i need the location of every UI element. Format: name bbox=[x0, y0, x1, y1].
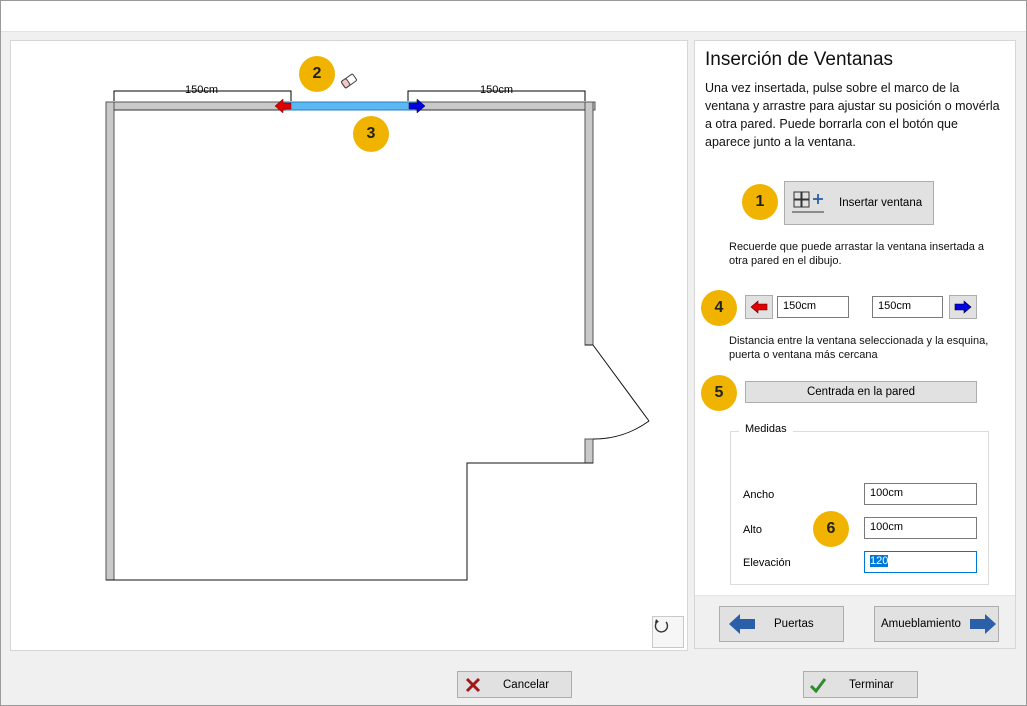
arrow-left-icon[interactable] bbox=[274, 98, 292, 114]
distance-note: Distancia entre la ventana seleccionada … bbox=[729, 335, 989, 361]
floor-plan-drawing bbox=[105, 73, 650, 581]
floor-plan-canvas[interactable]: 150cm 150cm 2 3 bbox=[10, 40, 688, 651]
step-badge-5: 5 bbox=[701, 375, 737, 411]
door-swing[interactable] bbox=[585, 344, 650, 440]
wall-left[interactable] bbox=[105, 101, 115, 581]
arrow-right-icon bbox=[954, 300, 972, 314]
check-icon bbox=[809, 677, 827, 693]
step-badge-3: 3 bbox=[353, 116, 389, 152]
wall-top-right[interactable] bbox=[414, 101, 596, 111]
step-badge-4: 4 bbox=[701, 290, 737, 326]
step-badge-6: 6 bbox=[813, 511, 849, 547]
cancel-button[interactable]: Cancelar bbox=[457, 671, 572, 698]
left-distance-field[interactable]: 150cm bbox=[777, 296, 849, 318]
prev-doors-button[interactable]: Puertas bbox=[719, 606, 844, 642]
arrow-back-icon bbox=[729, 614, 755, 634]
wall-top-left[interactable] bbox=[105, 101, 287, 111]
move-right-button[interactable] bbox=[949, 295, 977, 319]
window-add-icon bbox=[792, 191, 824, 213]
move-left-button[interactable] bbox=[745, 295, 773, 319]
finish-label: Terminar bbox=[849, 678, 894, 691]
dimension-right-label: 150cm bbox=[480, 84, 514, 96]
panel-title: Inserción de Ventanas bbox=[705, 49, 894, 70]
next-furniture-button[interactable]: Amueblamiento bbox=[874, 606, 999, 642]
arrow-right-icon[interactable] bbox=[408, 98, 426, 114]
height-field[interactable]: 100cm bbox=[864, 517, 977, 539]
wall-right-upper[interactable] bbox=[584, 101, 594, 346]
width-field[interactable]: 100cm bbox=[864, 483, 977, 505]
drag-note: Recuerde que puede arrastar la ventana i… bbox=[729, 241, 985, 267]
elevation-value: 120 bbox=[870, 555, 889, 567]
right-distance-field[interactable]: 150cm bbox=[872, 296, 943, 318]
elevation-field[interactable]: 120 bbox=[864, 551, 977, 573]
step-badge-1: 1 bbox=[742, 184, 778, 220]
wall-right-lower[interactable] bbox=[584, 438, 594, 464]
arrow-forward-icon bbox=[969, 614, 996, 634]
arrow-left-icon bbox=[750, 300, 768, 314]
window-selected[interactable] bbox=[285, 101, 416, 111]
step-badge-2: 2 bbox=[299, 56, 335, 92]
prev-doors-label: Puertas bbox=[774, 618, 814, 630]
insert-window-button[interactable]: Insertar ventana bbox=[784, 181, 934, 225]
insert-window-label: Insertar ventana bbox=[839, 197, 923, 209]
next-furniture-label: Amueblamiento bbox=[881, 618, 961, 630]
width-label: Ancho bbox=[743, 489, 775, 501]
close-icon bbox=[465, 677, 481, 692]
panel-description: Una vez insertada, pulse sobre el marco … bbox=[705, 81, 1000, 149]
cancel-label: Cancelar bbox=[503, 678, 550, 691]
height-label: Alto bbox=[743, 524, 762, 536]
rotate-button[interactable] bbox=[652, 616, 684, 648]
center-on-wall-button[interactable]: Centrada en la pared bbox=[745, 381, 977, 403]
elevation-label: Elevación bbox=[743, 557, 791, 569]
finish-button[interactable]: Terminar bbox=[803, 671, 918, 698]
window-insertion-panel: Inserción de Ventanas Una vez insertada,… bbox=[694, 40, 1016, 649]
measures-legend: Medidas bbox=[739, 423, 793, 435]
room-outline-lower bbox=[106, 462, 593, 581]
eraser-icon[interactable] bbox=[341, 73, 357, 89]
rotate-icon bbox=[654, 619, 669, 633]
dimension-left-label: 150cm bbox=[185, 84, 219, 96]
window-titlebar bbox=[0, 0, 1027, 32]
